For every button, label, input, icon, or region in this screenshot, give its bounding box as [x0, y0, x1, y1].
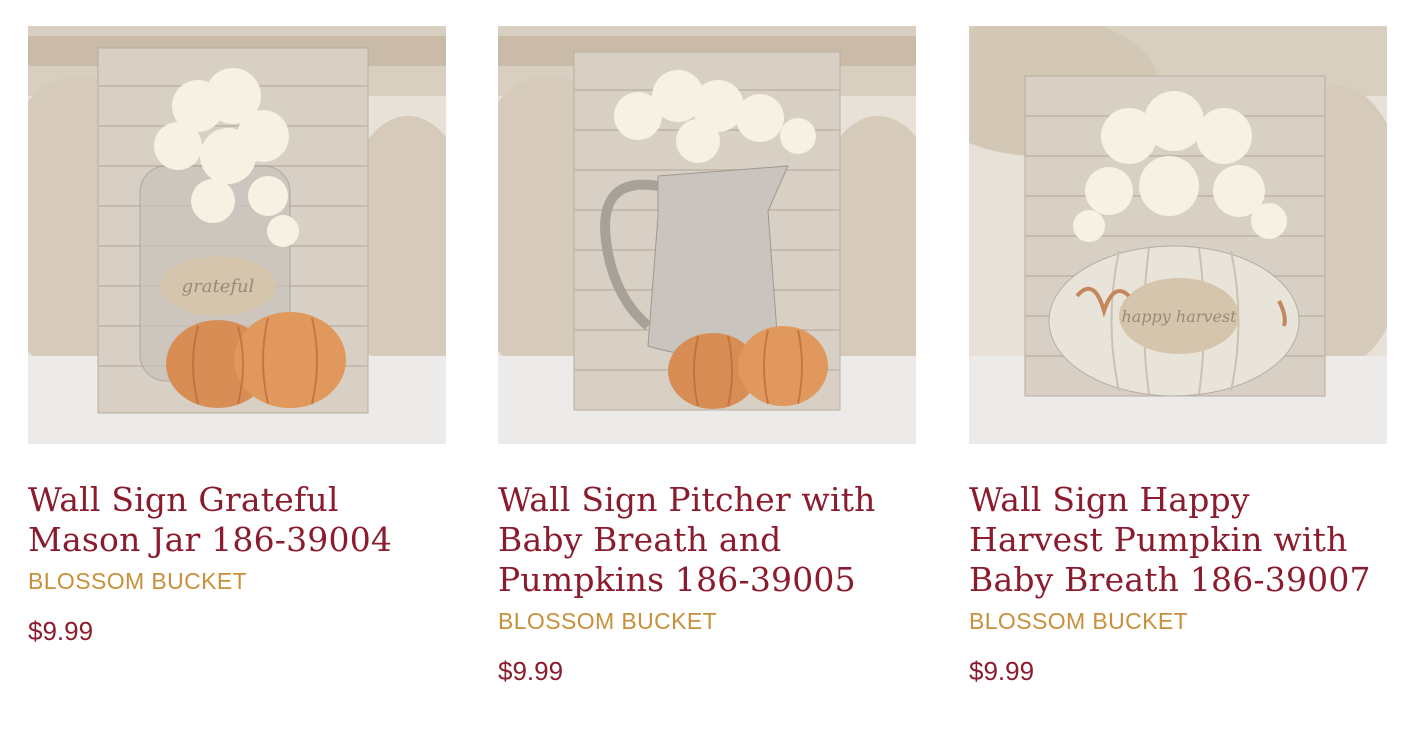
product-card: happy harvest Wall Sign Happy Harvest Pu… [969, 26, 1387, 686]
product-price: $9.99 [969, 656, 1035, 686]
vendor-link[interactable]: BLOSSOM BUCKET [969, 606, 1387, 636]
product-title-link[interactable]: Wall Sign Happy Harvest Pumpkin with Bab… [969, 480, 1387, 600]
sign-text: happy harvest [1121, 307, 1237, 326]
vendor-link[interactable]: BLOSSOM BUCKET [498, 606, 916, 636]
product-title-link[interactable]: Wall Sign Grateful Mason Jar 186-39004 [28, 480, 446, 560]
product-grid: grateful Wall Sign Grateful Mason Jar 18… [0, 0, 1424, 744]
product-image-link[interactable]: happy harvest [969, 26, 1387, 444]
product-image: happy harvest [969, 26, 1387, 444]
sign-text: grateful [182, 276, 255, 297]
product-price: $9.99 [498, 656, 564, 686]
product-card: Wall Sign Pitcher with Baby Breath and P… [498, 26, 916, 686]
vendor-link[interactable]: BLOSSOM BUCKET [28, 566, 446, 596]
product-title-link[interactable]: Wall Sign Pitcher with Baby Breath and P… [498, 480, 916, 600]
product-card: grateful Wall Sign Grateful Mason Jar 18… [28, 26, 446, 646]
product-price: $9.99 [28, 616, 94, 646]
product-image-link[interactable] [498, 26, 916, 444]
product-image: grateful [28, 26, 446, 444]
product-image-link[interactable]: grateful [28, 26, 446, 444]
product-image [498, 26, 916, 444]
